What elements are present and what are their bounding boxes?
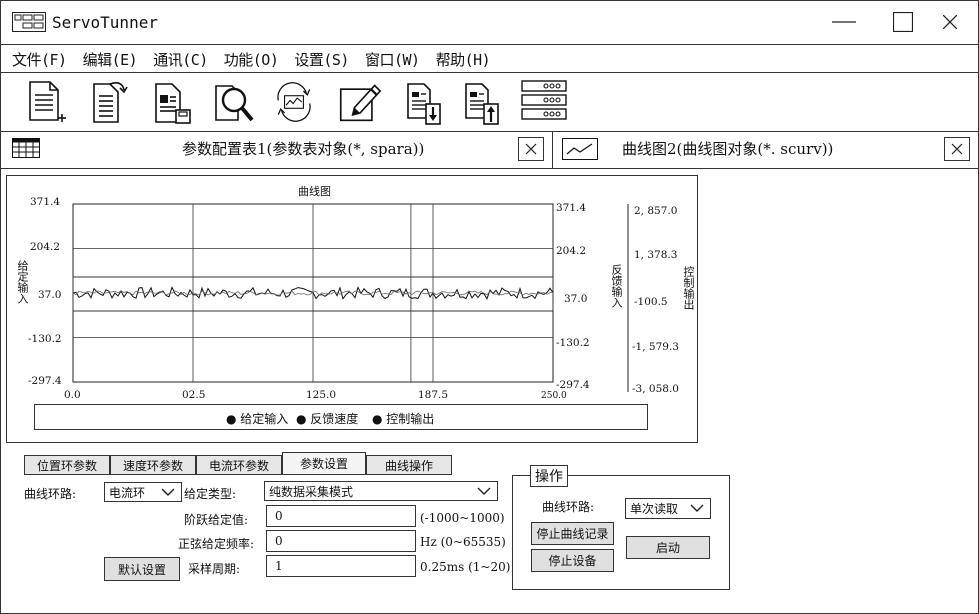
sine-freq-input[interactable]: 0 [266,530,416,552]
given-type-label: 给定类型: [184,487,237,501]
subtab-position-loop[interactable]: 位置环参数 [24,455,110,475]
read-mode-value: 单次读取 [630,502,679,516]
legend-label: 给定输入 [240,412,289,426]
chevron-down-icon [690,504,704,512]
legend-item-given-input: ● 给定输入 [226,412,289,426]
loop-select-value: 电流环 [109,485,146,500]
default-settings-button[interactable]: 默认设置 [104,557,180,581]
subtab-curve-operation[interactable]: 曲线操作 [366,455,452,475]
step-range-hint: (-1000~1000) [420,511,505,525]
start-button[interactable]: 启动 [626,536,710,559]
close-icon [951,143,963,155]
legend-label: 反馈速度 [310,412,359,426]
stop-device-button[interactable]: 停止设备 [531,549,614,572]
sine-freq-label: 正弦给定频率: [178,537,255,551]
given-type-select[interactable]: 纯数据采集模式 [264,481,498,501]
legend-label: 控制输出 [386,412,435,426]
chevron-down-icon [477,487,491,495]
loop-select[interactable]: 电流环 [104,482,182,502]
minimize-button[interactable] [824,6,864,38]
op-loop-label: 曲线环路: [542,500,595,514]
maximize-icon [893,12,913,32]
loop-label: 曲线环路: [24,487,77,501]
operation-group-title: 操作 [530,465,568,487]
maximize-button[interactable] [883,6,923,38]
close-button[interactable] [930,6,970,38]
step-value-label: 阶跃给定值: [184,513,249,527]
legend-item-control-output: ● 控制输出 [372,412,435,426]
legend-item-feedback-speed: ● 反馈速度 [296,412,359,426]
sample-period-label: 采样周期: [188,562,241,576]
sample-period-input[interactable]: 1 [266,555,416,577]
sample-range-hint: 0.25ms (1~20) [420,560,511,574]
close-icon [943,15,957,29]
stop-record-button[interactable]: 停止曲线记录 [531,522,614,545]
subtab-current-loop[interactable]: 电流环参数 [196,455,282,475]
subtab-param-settings[interactable]: 参数设置 [282,452,366,475]
sine-range-hint: Hz (0~65535) [420,535,506,549]
chevron-down-icon [161,488,175,496]
chart-plot[interactable] [0,0,700,440]
minimize-icon [832,21,856,23]
subtab-speed-loop[interactable]: 速度环参数 [110,455,196,475]
given-type-value: 纯数据采集模式 [269,484,354,499]
read-mode-select[interactable]: 单次读取 [625,498,711,519]
step-value-input[interactable]: 0 [266,505,416,527]
tab-curve-chart-close-button[interactable] [944,137,970,161]
